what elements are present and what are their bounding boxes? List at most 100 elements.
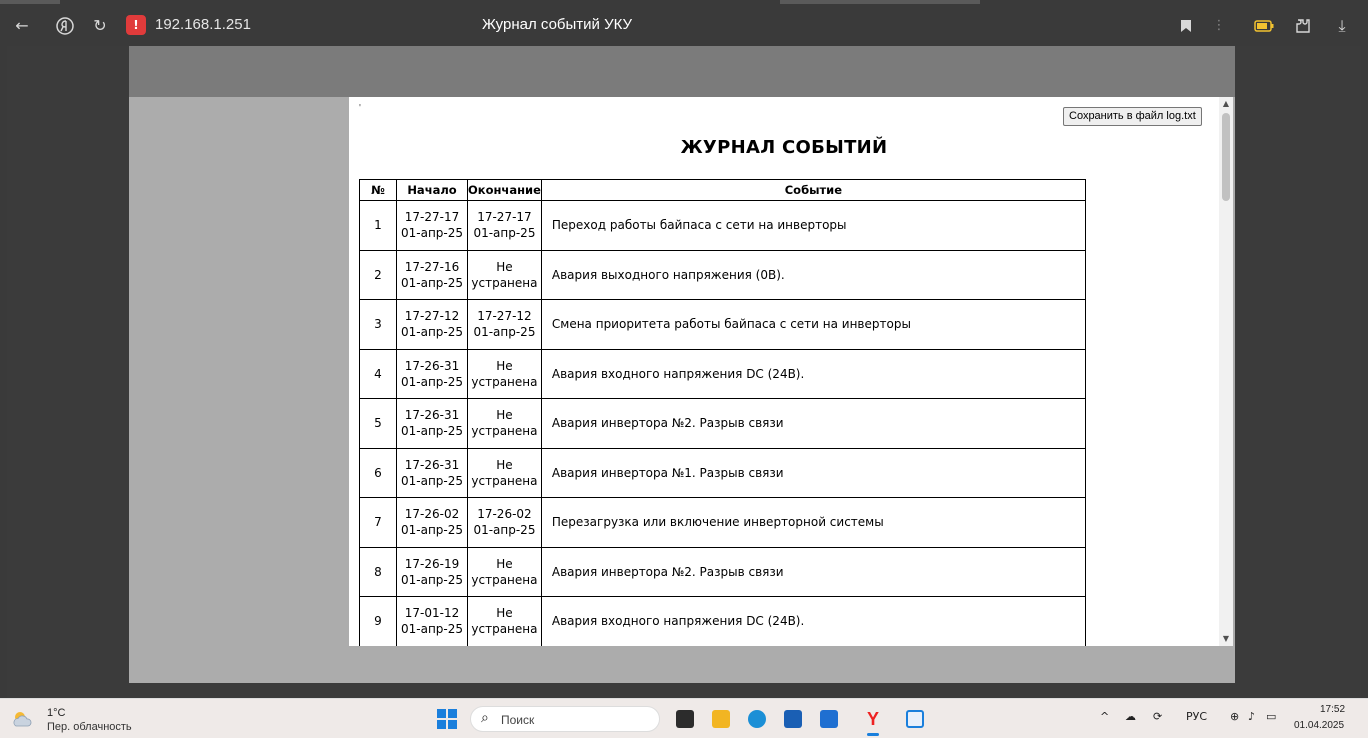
battery-icon[interactable] <box>1252 14 1276 38</box>
event-text: Переход работы байпаса с сети на инверто… <box>540 200 1086 251</box>
weather-temperature[interactable]: 1°C <box>47 707 65 719</box>
end-date: 01-апр-25 <box>473 523 536 538</box>
start-time: 17-27-17 <box>404 210 460 225</box>
edge-browser-icon[interactable] <box>748 710 766 728</box>
end-date: устранена <box>471 622 538 637</box>
tray-expand-icon[interactable]: ^ <box>1100 710 1109 723</box>
table-row: 1 17-27-17 01-апр-25 17-27-17 01-апр-25 Пе… <box>359 200 1086 251</box>
journal-heading: ЖУРНАЛ СОБЫТИЙ <box>680 137 888 158</box>
search-icon: ⌕ <box>481 710 489 726</box>
table-row: 2 17-27-16 01-апр-25 Не устранена Авария в… <box>359 249 1086 300</box>
battery-tray-icon[interactable]: ▭ <box>1266 710 1276 723</box>
event-text: Авария инвертора №2. Разрыв связи <box>540 546 1086 597</box>
sync-icon[interactable]: ⟳ <box>1153 710 1162 723</box>
reload-icon[interactable]: ↻ <box>90 14 110 38</box>
save-log-button[interactable]: Сохранить в файл log.txt <box>1063 107 1202 126</box>
start-cell: 17-27-17 01-апр-25 <box>396 200 468 251</box>
table-header-row: № Начало Окончание Событие <box>359 179 1086 201</box>
download-icon[interactable]: ⤓ <box>1332 14 1352 38</box>
column-header-end: Окончание <box>467 179 542 201</box>
weather-cloud-icon[interactable] <box>10 708 34 730</box>
row-number: 3 <box>359 299 397 350</box>
end-cell: Не устранена <box>467 546 542 597</box>
end-cell: Не устранена <box>467 398 542 449</box>
end-time: Не <box>496 358 513 373</box>
start-time: 17-27-16 <box>404 259 460 274</box>
back-icon[interactable]: ← <box>12 14 32 38</box>
stray-mark: ' <box>359 103 361 114</box>
scrollbar-thumb[interactable] <box>1222 113 1230 201</box>
security-warning-icon[interactable]: ! <box>126 15 146 35</box>
row-number: 8 <box>359 546 397 597</box>
row-number: 2 <box>359 249 397 300</box>
onedrive-icon[interactable]: ☁ <box>1125 710 1136 723</box>
end-date: устранена <box>471 473 538 488</box>
clock-time[interactable]: 17:52 <box>1320 704 1345 715</box>
end-time: Не <box>496 259 513 274</box>
event-text: Авария выходного напряжения (0В). <box>540 249 1086 300</box>
start-cell: 17-27-12 01-апр-25 <box>396 299 468 350</box>
scroll-up-arrow-icon[interactable]: ▲ <box>1219 97 1233 111</box>
taskbar-search-box[interactable]: ⌕ Поиск <box>470 706 660 732</box>
windows-start-icon[interactable] <box>437 709 457 729</box>
bookmark-icon[interactable] <box>1176 14 1196 38</box>
start-time: 17-26-31 <box>404 457 460 472</box>
end-cell: 17-27-12 01-апр-25 <box>467 299 542 350</box>
start-date: 01-апр-25 <box>400 572 463 587</box>
row-number: 4 <box>359 348 397 399</box>
yandex-browser-icon[interactable]: Y <box>864 710 882 736</box>
page-right-panel <box>1233 97 1235 646</box>
search-placeholder: Поиск <box>501 713 535 727</box>
start-date: 01-апр-25 <box>400 622 463 637</box>
end-cell: Не устранена <box>467 348 542 399</box>
table-row: 9 17-01-12 01-апр-25 Не устранена Авария в… <box>359 596 1086 646</box>
weather-description[interactable]: Пер. облачность <box>47 721 132 733</box>
outlook-icon[interactable] <box>820 710 838 728</box>
yandex-icon[interactable] <box>54 14 76 38</box>
end-cell: 17-26-02 01-апр-25 <box>467 497 542 548</box>
page-header-band <box>129 46 1235 97</box>
end-cell: Не устранена <box>467 249 542 300</box>
clock-date[interactable]: 01.04.2025 <box>1294 720 1344 731</box>
page-bottom-panel <box>129 646 1235 683</box>
end-time: 17-27-17 <box>477 210 532 225</box>
row-number: 1 <box>359 200 397 251</box>
row-number: 7 <box>359 497 397 548</box>
extension-icon[interactable] <box>1292 14 1314 38</box>
start-time: 17-26-19 <box>404 556 460 571</box>
end-date: 01-апр-25 <box>473 325 536 340</box>
window-app-icon[interactable] <box>906 710 924 728</box>
start-date: 01-апр-25 <box>400 473 463 488</box>
network-icon[interactable]: ⊕ <box>1230 710 1239 723</box>
end-cell: Не устранена <box>467 447 542 498</box>
end-time: Не <box>496 606 513 621</box>
start-date: 01-апр-25 <box>400 226 463 241</box>
end-time: Не <box>496 556 513 571</box>
end-time: Не <box>496 457 513 472</box>
row-number: 6 <box>359 447 397 498</box>
address-bar-url[interactable]: 192.168.1.251 <box>155 16 251 33</box>
file-explorer-icon[interactable] <box>712 710 730 728</box>
vertical-scrollbar[interactable]: ▲ ▼ <box>1219 97 1233 646</box>
store-icon[interactable] <box>784 710 802 728</box>
start-date: 01-апр-25 <box>400 424 463 439</box>
end-date: устранена <box>471 374 538 389</box>
page-left-panel <box>129 97 349 646</box>
event-text: Авария инвертора №2. Разрыв связи <box>540 398 1086 449</box>
end-time: 17-27-12 <box>477 309 532 324</box>
table-row: 4 17-26-31 01-апр-25 Не устранена Авария в… <box>359 348 1086 399</box>
end-date: устранена <box>471 275 538 290</box>
page-title: Журнал событий УКУ <box>482 16 633 33</box>
menu-icon[interactable]: ⋮ <box>1212 14 1226 38</box>
table-row: 8 17-26-19 01-апр-25 Не устранена Авария и… <box>359 546 1086 597</box>
volume-icon[interactable]: ♪ <box>1248 710 1255 723</box>
end-cell: Не устранена <box>467 596 542 646</box>
start-date: 01-апр-25 <box>400 374 463 389</box>
start-cell: 17-01-12 01-апр-25 <box>396 596 468 646</box>
scroll-down-arrow-icon[interactable]: ▼ <box>1219 632 1233 646</box>
language-indicator[interactable]: РУС <box>1186 710 1207 723</box>
event-text: Авария инвертора №1. Разрыв связи <box>540 447 1086 498</box>
start-cell: 17-26-19 01-апр-25 <box>396 546 468 597</box>
task-view-icon[interactable] <box>676 710 694 728</box>
table-row: 7 17-26-02 01-апр-25 17-26-02 01-апр-25 Пе… <box>359 497 1086 548</box>
